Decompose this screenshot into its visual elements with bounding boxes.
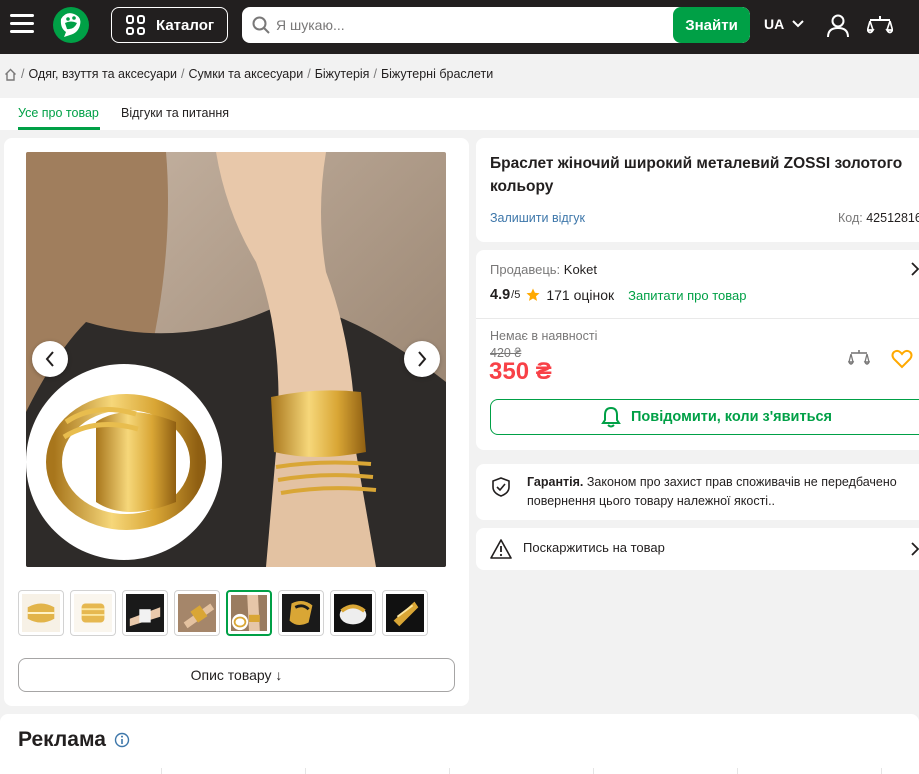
catalog-button[interactable]: Каталог bbox=[111, 7, 228, 43]
report-product-label: Поскаржитись на товар bbox=[523, 540, 665, 555]
chevron-left-icon bbox=[45, 351, 54, 367]
menu-icon[interactable] bbox=[10, 14, 34, 36]
breadcrumb-item[interactable]: Одяг, взуття та аксесуари bbox=[28, 67, 177, 81]
product-title-card: Браслет жіночий широкий металевий ZOSSI … bbox=[476, 138, 919, 242]
tab-all-about-product[interactable]: Усе про товар bbox=[18, 106, 99, 120]
ask-about-product-link[interactable]: Запитати про товар bbox=[628, 288, 746, 303]
rating-row: 4.9 /5 171 оцінок Запитати про товар bbox=[490, 287, 747, 303]
active-tab-indicator bbox=[18, 127, 100, 130]
gallery-card: Опис товару ↓ bbox=[4, 138, 469, 706]
language-label: UA bbox=[764, 16, 785, 32]
thumbnail[interactable] bbox=[226, 590, 272, 636]
home-icon[interactable] bbox=[4, 68, 17, 81]
breadcrumb-item[interactable]: Біжутерні браслети bbox=[381, 67, 493, 81]
compare-icon[interactable] bbox=[867, 13, 893, 39]
thumbnail[interactable] bbox=[382, 590, 428, 636]
warranty-title: Гарантія. bbox=[527, 475, 584, 489]
thumbnail[interactable] bbox=[174, 590, 220, 636]
search-input[interactable] bbox=[276, 7, 696, 43]
search-button[interactable]: Знайти bbox=[673, 7, 750, 43]
thumbnail[interactable] bbox=[122, 590, 168, 636]
catalog-grid-icon bbox=[126, 15, 146, 35]
thumbnail[interactable] bbox=[18, 590, 64, 636]
compare-icon[interactable] bbox=[848, 348, 870, 370]
divider bbox=[476, 318, 919, 319]
ads-grid bbox=[18, 768, 918, 774]
breadcrumb-item[interactable]: Сумки та аксесуари bbox=[189, 67, 304, 81]
prev-image-button[interactable] bbox=[32, 341, 68, 377]
warning-icon bbox=[490, 539, 512, 559]
breadcrumb-item[interactable]: Біжутерія bbox=[315, 67, 370, 81]
report-card[interactable]: Поскаржитись на товар bbox=[476, 528, 919, 570]
seller-info[interactable]: Продавець: Koket bbox=[490, 262, 597, 277]
product-title: Браслет жіночий широкий металевий ZOSSI … bbox=[490, 155, 903, 195]
notify-when-available-button[interactable]: Повідомити, коли з'явиться bbox=[490, 399, 919, 435]
seller-name: Koket bbox=[563, 262, 598, 277]
product-code-value: 42512816 bbox=[866, 211, 919, 225]
warranty-description: Законом про захист прав споживачів не пе… bbox=[527, 475, 897, 508]
tab-reviews-questions[interactable]: Відгуки та питання bbox=[121, 106, 229, 120]
top-header: Каталог Знайти UA bbox=[0, 0, 919, 54]
rating-value: 4.9 bbox=[490, 287, 511, 303]
ads-section: Реклама bbox=[0, 714, 919, 774]
chevron-right-icon[interactable] bbox=[910, 262, 919, 276]
product-description-button[interactable]: Опис товару ↓ bbox=[18, 658, 455, 692]
thumbnail[interactable] bbox=[278, 590, 324, 636]
thumbnail-strip bbox=[18, 590, 428, 636]
ads-title: Реклама bbox=[18, 728, 130, 752]
thumbnail[interactable] bbox=[70, 590, 116, 636]
catalog-label: Каталог bbox=[156, 16, 215, 34]
rating-count[interactable]: 171 оцінок bbox=[546, 287, 614, 303]
product-main-image[interactable] bbox=[26, 152, 446, 567]
chevron-right-icon bbox=[418, 351, 427, 367]
language-selector[interactable]: UA bbox=[764, 16, 804, 32]
shield-icon bbox=[492, 477, 510, 497]
product-code: Код: 42512816 bbox=[838, 211, 919, 225]
warranty-text: Гарантія. Законом про захист прав спожив… bbox=[527, 473, 919, 511]
thumbnail[interactable] bbox=[330, 590, 376, 636]
product-code-label: Код: bbox=[838, 211, 863, 225]
search-bar: Знайти bbox=[242, 7, 750, 43]
next-image-button[interactable] bbox=[404, 341, 440, 377]
leave-review-link[interactable]: Залишити відгук bbox=[490, 211, 585, 225]
heart-icon[interactable] bbox=[891, 348, 913, 370]
availability-status: Немає в наявності bbox=[490, 329, 598, 343]
chevron-down-icon bbox=[792, 20, 804, 28]
star-icon bbox=[526, 288, 540, 301]
info-icon[interactable] bbox=[114, 732, 130, 748]
user-icon[interactable] bbox=[825, 13, 851, 39]
notify-label: Повідомити, коли з'явиться bbox=[631, 409, 833, 425]
current-price: 350 ₴ bbox=[489, 358, 552, 385]
seller-label: Продавець: bbox=[490, 262, 561, 277]
rating-scale: /5 bbox=[511, 289, 521, 301]
logo-icon[interactable] bbox=[52, 6, 90, 44]
chevron-right-icon bbox=[911, 542, 919, 556]
breadcrumb: / Одяг, взуття та аксесуари / Сумки та а… bbox=[4, 67, 493, 81]
bell-icon bbox=[601, 406, 621, 428]
product-tabs: Усе про товар Відгуки та питання bbox=[0, 98, 919, 130]
purchase-card: Продавець: Koket 4.9 /5 171 оцінок Запит… bbox=[476, 250, 919, 450]
ads-heading: Реклама bbox=[18, 728, 106, 751]
search-icon bbox=[252, 16, 270, 34]
warranty-card: Гарантія. Законом про захист прав спожив… bbox=[476, 464, 919, 520]
